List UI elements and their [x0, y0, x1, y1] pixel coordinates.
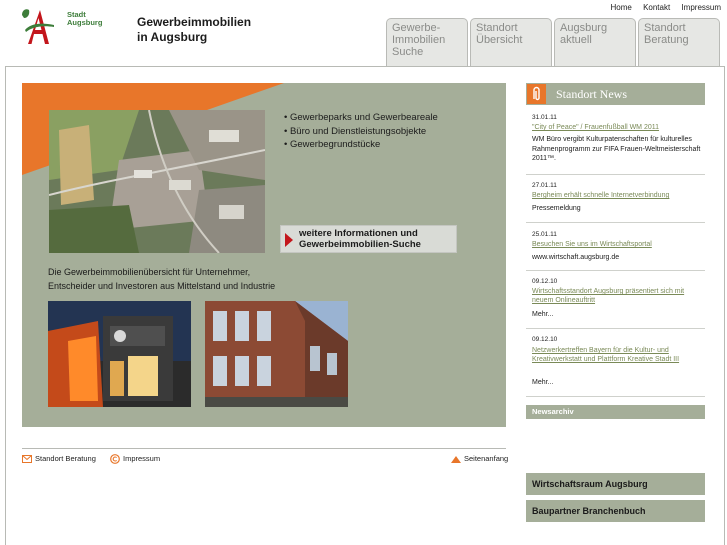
- news-date: 27.01.11: [532, 182, 557, 189]
- stadt-augsburg-logo-icon[interactable]: [20, 8, 60, 46]
- logo-line2: Augsburg: [67, 18, 103, 27]
- tab-label-line: Übersicht: [476, 34, 523, 46]
- envelope-icon: [22, 455, 32, 464]
- more-info-line1: weitere Informationen und: [299, 228, 418, 239]
- news-body: www.wirtschaft.augsburg.de: [532, 254, 620, 261]
- tab-label-line: Standort: [644, 22, 686, 34]
- arrow-up-icon: [451, 455, 461, 463]
- news-body: WM Büro vergibt Kulturpatenschaften für …: [532, 136, 701, 162]
- feature-item: Büro und Dienstleistungsobjekte: [284, 125, 438, 139]
- footer-impressum-link[interactable]: Impressum: [110, 454, 160, 464]
- more-info-line2: Gewerbeimmobilien-Suche: [299, 239, 421, 250]
- tab-label-line: Standort: [476, 22, 518, 34]
- news-body: Mehr...: [532, 379, 554, 386]
- news-date: 25.01.11: [532, 231, 557, 238]
- site-title-line1: Gewerbeimmobilien: [137, 15, 252, 29]
- footer-seitenanfang-link[interactable]: Seitenanfang: [451, 454, 508, 463]
- feature-item: Gewerbegrundstücke: [284, 138, 438, 152]
- tab-label-line: Augsburg: [560, 22, 608, 34]
- wirtschaftsraum-augsburg-button[interactable]: Wirtschaftsraum Augsburg: [526, 473, 705, 495]
- news-link[interactable]: Netzwerkertreffen Bayern für die Kultur-…: [532, 346, 702, 364]
- home-link[interactable]: Home: [610, 3, 631, 12]
- news-title: Standort News: [556, 87, 627, 101]
- news-link[interactable]: Bergheim erhält schnelle Internetverbind…: [532, 191, 702, 200]
- hero-panel: Gewerbeparks und Gewerbeareale Büro und …: [22, 83, 506, 427]
- more-info-button[interactable]: weitere Informationen und Gewerbeimmobil…: [280, 225, 457, 253]
- paperclip-icon: [527, 84, 546, 104]
- feature-list: Gewerbeparks und Gewerbeareale Büro und …: [284, 111, 438, 152]
- news-link[interactable]: "City of Peace" / Frauenfußball WM 2011: [532, 123, 702, 132]
- footer-divider: [22, 448, 506, 449]
- aerial-photo[interactable]: [49, 110, 265, 253]
- tab-augsburg-aktuell[interactable]: Augsburg aktuell: [554, 18, 636, 67]
- news-item: 25.01.11 Besuchen Sie uns im Wirtschafts…: [526, 223, 705, 271]
- news-date: 09.12.10: [532, 278, 558, 285]
- building-photo-night[interactable]: [48, 301, 191, 407]
- newsarchiv-button[interactable]: Newsarchiv: [526, 405, 705, 419]
- feature-item: Gewerbeparks und Gewerbeareale: [284, 111, 438, 125]
- tab-label-line: Suche: [392, 46, 424, 58]
- news-item: 09.12.10 Wirtschaftsstandort Augsburg pr…: [526, 271, 705, 329]
- footer-impressum-label: Impressum: [123, 454, 161, 463]
- tab-gewerbeimmobilien-suche[interactable]: Gewerbe- Immobilien Suche: [386, 18, 468, 67]
- tab-label-line: Gewerbe-: [392, 22, 441, 34]
- logo-text: Stadt Augsburg: [67, 11, 102, 27]
- news-body: Mehr...: [532, 311, 554, 318]
- tab-standort-uebersicht[interactable]: Standort Übersicht: [470, 18, 552, 67]
- news-item: 27.01.11 Bergheim erhält schnelle Intern…: [526, 175, 705, 223]
- building-photo-brick[interactable]: [205, 301, 348, 407]
- top-links: Home Kontakt Impressum: [601, 3, 721, 12]
- tab-label-line: aktuell: [560, 34, 592, 46]
- news-link[interactable]: Besuchen Sie uns im Wirtschaftsportal: [532, 240, 702, 249]
- news-item: 09.12.10 Netzwerkertreffen Bayern für di…: [526, 329, 705, 397]
- tab-standort-beratung[interactable]: Standort Beratung: [638, 18, 720, 67]
- site-title: Gewerbeimmobilien in Augsburg: [137, 15, 251, 45]
- news-item: 31.01.11 "City of Peace" / Frauenfußball…: [526, 111, 705, 175]
- footer-beratung-label: Standort Beratung: [35, 454, 96, 463]
- footer-seitenanfang-label: Seitenanfang: [464, 454, 509, 463]
- news-header: Standort News: [526, 83, 705, 105]
- baupartner-branchenbuch-button[interactable]: Baupartner Branchenbuch: [526, 500, 705, 522]
- kontakt-link[interactable]: Kontakt: [643, 3, 670, 12]
- impressum-link[interactable]: Impressum: [681, 3, 721, 12]
- news-date: 09.12.10: [532, 336, 558, 343]
- news-link[interactable]: Wirtschaftsstandort Augsburg präsentiert…: [532, 287, 702, 305]
- intro-text: Die Gewerbeimmobilienübersicht für Unter…: [48, 265, 348, 293]
- tab-label-line: Immobilien: [392, 34, 446, 46]
- arrow-right-icon: [285, 233, 293, 247]
- intro-line1: Die Gewerbeimmobilienübersicht für Unter…: [48, 267, 251, 277]
- news-body: Pressemeldung: [532, 205, 581, 212]
- tab-label-line: Beratung: [644, 34, 689, 46]
- more-info-label: weitere Informationen und Gewerbeimmobil…: [299, 228, 421, 250]
- news-date: 31.01.11: [532, 114, 557, 121]
- copyright-icon: [110, 454, 120, 464]
- footer-beratung-link[interactable]: Standort Beratung: [22, 454, 96, 464]
- intro-line2: Entscheider und Investoren aus Mittelsta…: [48, 281, 276, 291]
- site-title-line2: in Augsburg: [137, 30, 208, 44]
